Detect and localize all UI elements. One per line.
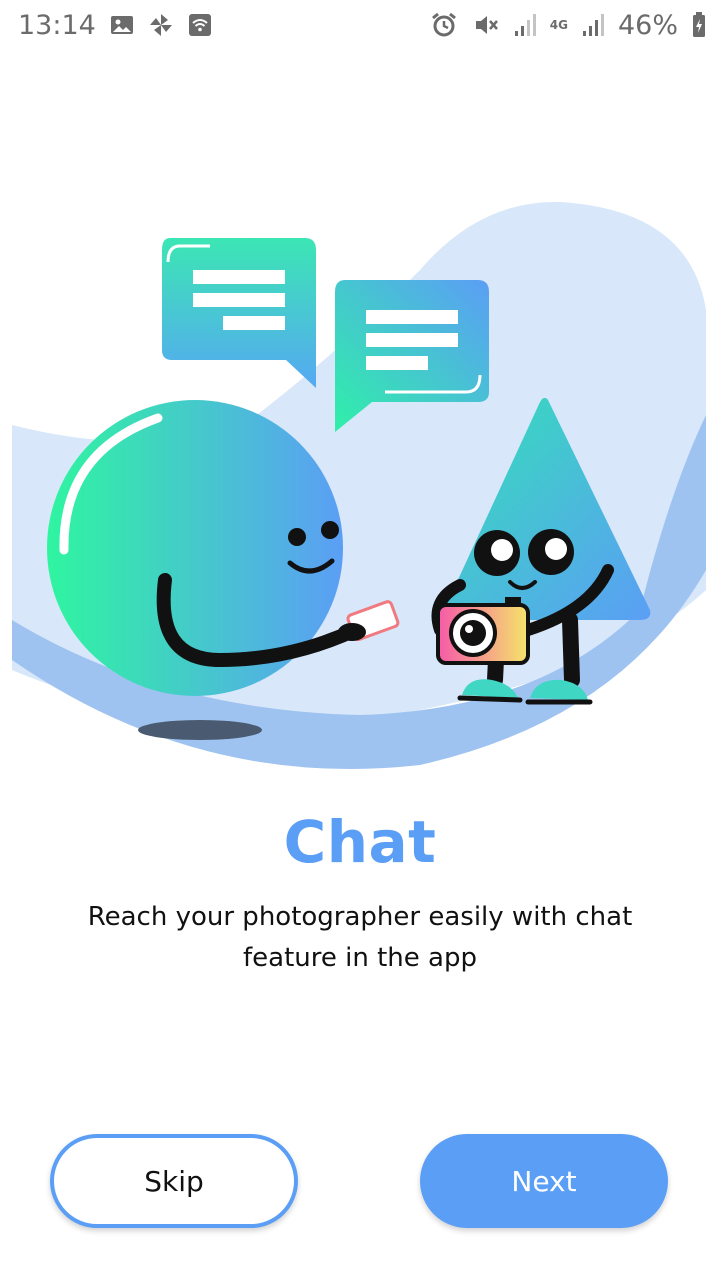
chat-characters-illustration (12, 201, 706, 770)
signal-icon (582, 13, 604, 37)
skip-button-label: Skip (144, 1164, 204, 1198)
vibrate-mute-icon (472, 11, 500, 39)
next-button-label: Next (511, 1164, 577, 1198)
battery-charging-icon (692, 12, 706, 38)
status-left: 13:14 (0, 10, 212, 41)
onboarding-screen: 13:14 4G 46% Chat Reach your photographe… (0, 0, 720, 1280)
ball-shadow (138, 720, 262, 740)
status-right: 4G 46% (430, 10, 720, 41)
status-bar: 13:14 4G 46% (0, 0, 720, 50)
page-title: Chat (283, 808, 437, 876)
network-type-4g: 4G (549, 18, 568, 32)
wifi-box-icon (188, 13, 212, 37)
battery-percent: 46% (617, 9, 678, 41)
camera (436, 597, 530, 665)
alarm-icon (430, 11, 458, 39)
image-icon (110, 14, 134, 36)
next-button[interactable]: Next (420, 1134, 668, 1228)
signal-icon (514, 13, 536, 37)
skip-button[interactable]: Skip (50, 1134, 298, 1228)
pinwheel-icon (148, 12, 174, 38)
page-description: Reach your photographer easily with chat… (87, 902, 633, 973)
chat-bubble-left (162, 238, 316, 388)
status-time: 13:14 (18, 9, 96, 41)
